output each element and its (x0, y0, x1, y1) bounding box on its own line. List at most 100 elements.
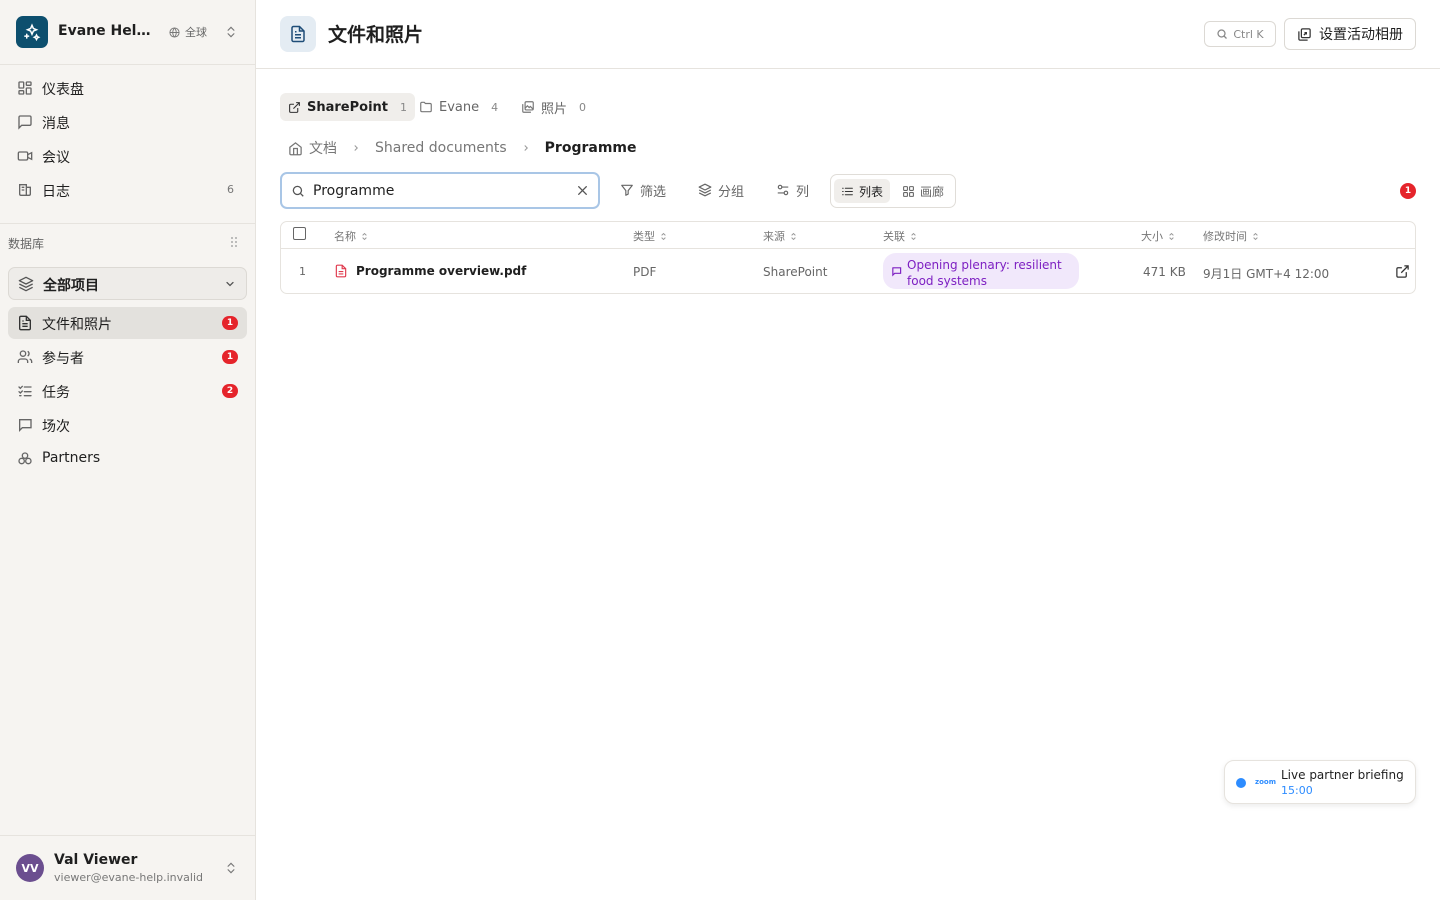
nav-dashboard[interactable]: 仪表盘 (8, 72, 247, 104)
page-header: 文件和照片 Ctrl K 设置活动相册 (256, 0, 1440, 69)
column-header-label: 类型 (633, 230, 655, 243)
home-icon[interactable] (288, 141, 303, 156)
group-button[interactable]: 分组 (698, 180, 744, 200)
database-select[interactable]: 全部项目 (8, 267, 247, 300)
relation-chip[interactable]: Opening plenary: resilient food systems (883, 253, 1079, 289)
chevrons-updown-icon[interactable] (224, 860, 238, 876)
session-icon (892, 267, 902, 277)
set-album-label: 设置活动相册 (1319, 27, 1403, 43)
breadcrumb-item[interactable]: Shared documents (375, 140, 507, 156)
column-header-type[interactable]: 类型 (633, 228, 668, 244)
pdf-file-icon (335, 264, 347, 278)
sidebar-item-sessions[interactable]: 场次 (8, 409, 247, 441)
nav-messages-label: 消息 (42, 116, 70, 132)
tab-sharepoint[interactable]: SharePoint 1 (280, 93, 416, 121)
search-icon (292, 185, 304, 197)
user-menu[interactable]: VV Val Viewer viewer@evane-help.invalid (0, 835, 255, 900)
checklist-icon (18, 385, 32, 397)
column-header-size[interactable]: 大小 (1141, 228, 1176, 244)
sidebar-item-label: 参与者 (42, 351, 84, 367)
set-album-button[interactable]: 设置活动相册 (1284, 18, 1416, 50)
external-link-icon (289, 101, 300, 113)
workspace-scope-label: 全球 (185, 26, 207, 39)
file-name-cell[interactable]: Programme overview.pdf (334, 264, 526, 278)
shortcut-label: Ctrl K (1233, 27, 1264, 41)
relation-label: Opening plenary: resilient food systems (907, 258, 1062, 288)
sort-icon (1169, 232, 1174, 240)
sort-icon (1253, 232, 1258, 240)
zoom-logo: zoom (1255, 778, 1276, 786)
sidebar-item-partners[interactable]: Partners (8, 443, 247, 475)
filter-button[interactable]: 筛选 (620, 180, 666, 200)
column-header-name[interactable]: 名称 (334, 228, 369, 244)
avatar: VV (16, 854, 44, 882)
meeting-toast[interactable]: zoom Live partner briefing 15:00 (1224, 760, 1416, 804)
tab-label: Evane (439, 99, 480, 115)
view-list-button[interactable]: 列表 (834, 179, 891, 203)
filter-label: 筛选 (640, 184, 667, 200)
nav-log-count: 6 (227, 183, 234, 196)
view-list-label: 列表 (859, 184, 884, 199)
file-size: 471 KB (1143, 265, 1186, 279)
tab-photos[interactable]: 照片 0 (513, 93, 594, 121)
columns-button[interactable]: 列 (776, 180, 809, 200)
message-icon (18, 115, 32, 130)
select-all-checkbox[interactable] (293, 227, 306, 240)
column-header-relation[interactable]: 关联 (883, 228, 918, 244)
presentation-icon (19, 419, 32, 432)
close-icon[interactable] (576, 184, 589, 197)
sidebar-item-badge: 2 (222, 384, 238, 398)
column-header-source[interactable]: 来源 (763, 228, 798, 244)
chevron-right-icon (351, 143, 361, 153)
group-label: 分组 (718, 184, 745, 200)
drag-handle-icon[interactable] (230, 236, 238, 248)
search-field[interactable] (280, 172, 600, 209)
list-icon (842, 187, 853, 195)
tab-evane[interactable]: Evane 4 (411, 93, 506, 121)
column-header-label: 名称 (334, 230, 356, 243)
user-email: viewer@evane-help.invalid (54, 871, 203, 884)
sliders-icon (777, 184, 789, 196)
gallery-link-icon (1298, 27, 1311, 41)
sidebar-item-label: Partners (42, 450, 101, 466)
table-header: 名称 类型 来源 关联 大小 修改时间 (281, 222, 1415, 249)
column-header-modified[interactable]: 修改时间 (1203, 228, 1260, 244)
open-external-icon[interactable] (1395, 264, 1410, 279)
globe-icon (169, 26, 180, 38)
nav-log[interactable]: 日志 6 (8, 174, 247, 206)
dashboard-icon (18, 81, 32, 95)
filter-icon (621, 184, 633, 196)
sidebar-item-tasks[interactable]: 任务 2 (8, 375, 247, 407)
view-gallery-button[interactable]: 画廊 (895, 179, 951, 203)
workspace-logo-icon (16, 16, 48, 48)
file-source: SharePoint (763, 265, 828, 279)
notification-badge[interactable]: 1 (1400, 183, 1416, 199)
user-name: Val Viewer (54, 852, 138, 868)
nav-messages[interactable]: 消息 (8, 106, 247, 138)
search-input[interactable] (313, 181, 563, 201)
zoom-dot-icon (1236, 778, 1246, 788)
chevrons-updown-icon[interactable] (224, 24, 238, 40)
column-header-label: 关联 (883, 230, 905, 243)
columns-label: 列 (796, 184, 810, 200)
column-header-label: 来源 (763, 230, 785, 243)
database-select-label: 全部项目 (43, 278, 99, 294)
sidebar-item-participants[interactable]: 参与者 1 (8, 341, 247, 373)
page-title: 文件和照片 (328, 24, 424, 46)
grid-icon (903, 185, 914, 197)
command-search-button[interactable]: Ctrl K (1204, 21, 1276, 47)
view-gallery-label: 画廊 (920, 184, 945, 199)
breadcrumb-current: Programme (544, 140, 637, 156)
workspace-scope[interactable]: 全球 (169, 24, 207, 40)
sidebar-divider (0, 223, 255, 224)
toast-time: 15:00 (1281, 784, 1313, 797)
column-header-label: 大小 (1141, 230, 1163, 243)
tab-label: SharePoint (307, 99, 389, 115)
row-index: 1 (299, 265, 306, 278)
tab-count: 4 (491, 100, 499, 114)
sidebar-item-files[interactable]: 文件和照片 1 (8, 307, 247, 339)
workspace-switcher[interactable]: Evane Help ... 全球 (0, 0, 255, 65)
breadcrumb-item[interactable]: 文档 (309, 138, 337, 158)
nav-meetings[interactable]: 会议 (8, 140, 247, 172)
table-row[interactable]: 1 Programme overview.pdf PDF SharePoint … (281, 250, 1415, 294)
